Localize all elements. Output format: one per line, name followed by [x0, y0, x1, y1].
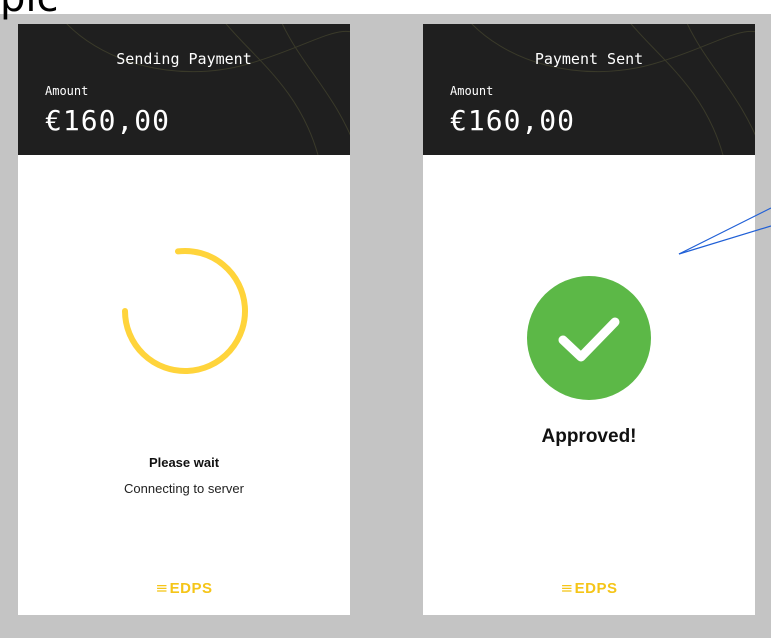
edps-logo-mark: ≡ [560, 579, 574, 597]
cropped-heading-fragment: pic [0, 0, 59, 18]
logo-text: EDPS [574, 580, 618, 597]
payment-header: Payment Sent Amount €160,00 [423, 24, 755, 155]
amount-label: Amount [450, 84, 494, 98]
edps-logo-mark: ≡ [155, 579, 169, 597]
amount-label: Amount [45, 84, 89, 98]
edps-logo: ≡EDPS [18, 579, 350, 597]
payment-sent-screen: Payment Sent Amount €160,00 Approved! ≡E… [423, 24, 755, 615]
status-title: Please wait [148, 455, 220, 470]
status-subtitle: Connecting to server [124, 481, 244, 496]
check-circle-icon [527, 276, 651, 400]
loading-spinner-icon [122, 248, 248, 374]
approved-status: Approved! [541, 426, 637, 447]
payment-header: Sending Payment Amount €160,00 [18, 24, 350, 155]
top-strip: pic [0, 0, 771, 18]
edps-logo: ≡EDPS [423, 579, 755, 597]
screen-title: Sending Payment [116, 50, 252, 68]
amount-value: €160,00 [45, 104, 171, 137]
screen-title: Payment Sent [534, 50, 644, 68]
logo-text: EDPS [169, 580, 213, 597]
amount-value: €160,00 [450, 104, 576, 137]
sending-payment-screen: Sending Payment Amount €160,00 Please wa… [18, 24, 350, 615]
